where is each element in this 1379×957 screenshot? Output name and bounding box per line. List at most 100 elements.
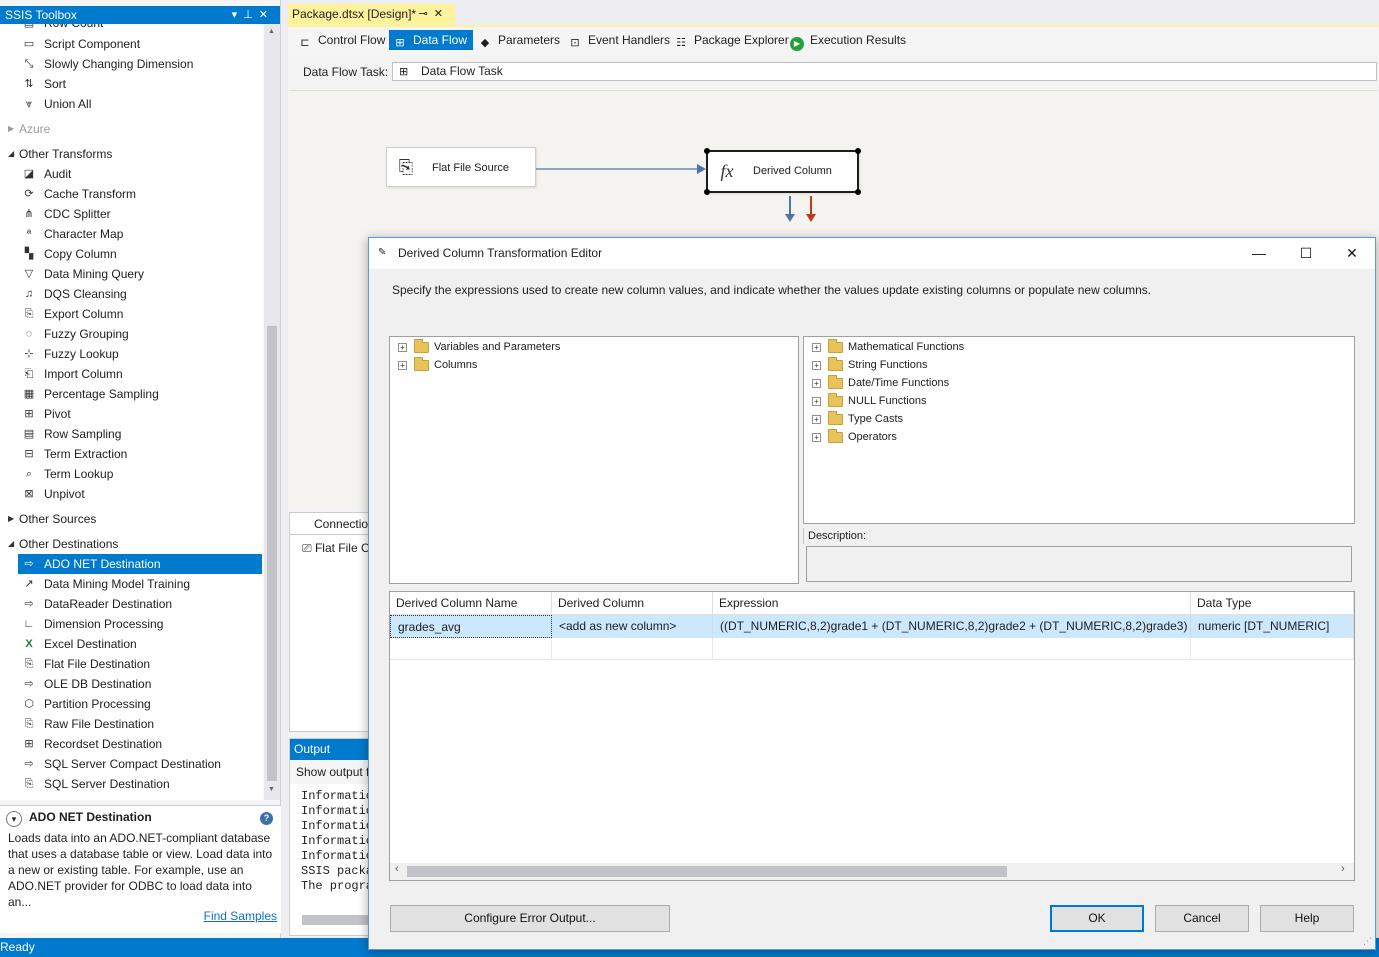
cancel-button[interactable]: Cancel: [1155, 905, 1249, 932]
toolbox-item[interactable]: X Excel Destination: [0, 634, 263, 654]
recordset-icon: ⊞: [24, 738, 34, 750]
ok-button[interactable]: OK: [1050, 905, 1144, 932]
maximize-icon[interactable]: ☐: [1291, 242, 1321, 264]
tab-event-handlers[interactable]: ⊡ Event Handlers: [564, 30, 676, 50]
cell-expression[interactable]: ((DT_NUMERIC,8,2)grade1 + (DT_NUMERIC,8,…: [713, 615, 1204, 638]
scroll-thumb[interactable]: [267, 326, 277, 781]
toolbox-item[interactable]: ⩔ Union All: [0, 94, 263, 114]
toolbox-item[interactable]: ▚ Copy Column: [0, 244, 263, 264]
document-tab[interactable]: Package.dtsx [Design]* ⊸✕: [288, 4, 455, 25]
expand-icon[interactable]: +: [398, 343, 407, 352]
pin-icon[interactable]: ⊸: [419, 8, 434, 20]
toolbox-item[interactable]: ⇨ SQL Server Compact Destination: [0, 754, 263, 774]
empty-new-row-cell[interactable]: [713, 638, 1191, 660]
close-icon[interactable]: ✕: [1337, 242, 1367, 264]
toolbox-item[interactable]: ⟳ Cache Transform: [0, 184, 263, 204]
cell-derived-column[interactable]: <add as new column>: [552, 615, 713, 638]
toolbox-item[interactable]: ♫ DQS Cleansing: [0, 284, 263, 304]
toolbox-item-selected[interactable]: ⇨ ADO NET Destination: [18, 554, 262, 574]
expand-icon[interactable]: +: [812, 361, 821, 370]
expand-icon[interactable]: +: [398, 361, 407, 370]
tab-control-flow[interactable]: ⊏ Control Flow: [294, 30, 391, 50]
toolbox-item[interactable]: ⊠ Unpivot: [0, 484, 263, 504]
cell-derived-column-name[interactable]: grades_avg: [390, 615, 552, 638]
resize-handle[interactable]: [704, 189, 710, 195]
toolbox-item[interactable]: ⊞ Pivot: [0, 404, 263, 424]
resize-grip-icon[interactable]: ⋰: [1363, 936, 1372, 947]
column-header-expression[interactable]: Expression: [713, 592, 1191, 615]
toolbox-scrollbar[interactable]: ▲ ▼: [264, 24, 280, 800]
toolbox-item[interactable]: ▭ Script Component: [0, 34, 263, 54]
connection-manager-item[interactable]: ⎚ Flat File Co: [302, 541, 376, 556]
toolbox-item[interactable]: ⌕ Term Lookup: [0, 464, 263, 484]
ssis-toolbox-panel: SSIS Toolbox ▾⊥✕ ▤ Row Count ▭ Script Co…: [0, 0, 281, 938]
group-azure[interactable]: ▶ Azure: [0, 119, 263, 139]
expand-icon[interactable]: +: [812, 415, 821, 424]
expand-icon[interactable]: +: [812, 397, 821, 406]
toolbox-item[interactable]: ⊹ Fuzzy Lookup: [0, 344, 263, 364]
resize-handle[interactable]: [855, 148, 861, 154]
toolbox-item[interactable]: ⤡ Slowly Changing Dimension: [0, 54, 263, 74]
tab-parameters[interactable]: ◆ Parameters: [474, 30, 566, 50]
toolbox-item[interactable]: ▤ Row Sampling: [0, 424, 263, 444]
scroll-down-icon[interactable]: ▼: [268, 786, 275, 793]
toolbox-item[interactable]: ⇨ OLE DB Destination: [0, 674, 263, 694]
dropdown-icon[interactable]: ▾: [232, 9, 244, 21]
cell-data-type[interactable]: numeric [DT_NUMERIC]: [1191, 615, 1354, 638]
group-other-transforms[interactable]: ◢ Other Transforms: [0, 144, 263, 164]
toolbox-item[interactable]: ⬡ Partition Processing: [0, 694, 263, 714]
resize-handle[interactable]: [704, 148, 710, 154]
find-samples-link[interactable]: Find Samples: [204, 909, 277, 923]
toolbox-item[interactable]: ⊞ Recordset Destination: [0, 734, 263, 754]
group-other-destinations[interactable]: ◢ Other Destinations: [0, 534, 263, 554]
toolbox-item[interactable]: ⎘ SQL Server Destination: [0, 774, 263, 794]
empty-new-row-cell[interactable]: [1191, 638, 1354, 660]
close-icon[interactable]: ✕: [259, 9, 274, 21]
toolbox-item[interactable]: ◪ Audit: [0, 164, 263, 184]
tab-package-explorer[interactable]: ☷ Package Explorer: [670, 30, 795, 50]
expand-icon[interactable]: +: [812, 343, 821, 352]
toolbox-item[interactable]: ⎘ Raw File Destination: [0, 714, 263, 734]
toolbox-item[interactable]: ⋔ CDC Splitter: [0, 204, 263, 224]
toolbox-item[interactable]: ↗ Data Mining Model Training: [0, 574, 263, 594]
empty-new-row-cell[interactable]: [390, 638, 552, 660]
scroll-left-icon[interactable]: ‹: [395, 863, 399, 875]
toolbox-item[interactable]: ⇅ Sort: [0, 74, 263, 94]
close-icon[interactable]: ✕: [434, 8, 449, 20]
tab-execution-results[interactable]: ▶ Execution Results: [786, 30, 912, 51]
connection-managers-tab[interactable]: Connection: [290, 513, 380, 535]
toolbox-item[interactable]: ▽ Data Mining Query: [0, 264, 263, 284]
help-icon[interactable]: ?: [260, 812, 273, 825]
toolbox-item[interactable]: ∟ Dimension Processing: [0, 614, 263, 634]
configure-error-output-button[interactable]: Configure Error Output...: [390, 905, 670, 932]
flat-file-source-component[interactable]: ⎘ Flat File Source: [386, 147, 536, 187]
column-header-derived[interactable]: Derived Column: [552, 592, 713, 615]
minimize-icon[interactable]: —: [1244, 242, 1274, 264]
chevron-down-icon[interactable]: ▾: [6, 811, 22, 827]
empty-new-row-cell[interactable]: [552, 638, 713, 660]
toolbox-item[interactable]: ▤ Row Count: [0, 24, 263, 33]
tab-data-flow[interactable]: ⊞ Data Flow: [389, 30, 474, 50]
toolbox-item[interactable]: ⎘ Flat File Destination: [0, 654, 263, 674]
toolbox-item[interactable]: ⇨ DataReader Destination: [0, 594, 263, 614]
column-header-name[interactable]: Derived Column Name: [390, 592, 552, 615]
group-other-sources[interactable]: ▶ Other Sources: [0, 509, 263, 529]
toolbox-item[interactable]: ⊟ Term Extraction: [0, 444, 263, 464]
grid-horizontal-scrollbar[interactable]: ‹ ›: [390, 863, 1354, 880]
toolbox-item[interactable]: ◌ Fuzzy Grouping: [0, 324, 263, 344]
toolbox-item[interactable]: ⎗ Import Column: [0, 364, 263, 384]
toolbox-item[interactable]: ⎘ Export Column: [0, 304, 263, 324]
expand-icon[interactable]: +: [812, 379, 821, 388]
scroll-thumb[interactable]: [407, 866, 1007, 877]
column-header-data-type[interactable]: Data Type: [1191, 592, 1354, 615]
toolbox-item[interactable]: ▦ Percentage Sampling: [0, 384, 263, 404]
toolbox-item[interactable]: ª Character Map: [0, 224, 263, 244]
resize-handle[interactable]: [855, 189, 861, 195]
scroll-up-icon[interactable]: ▲: [268, 28, 275, 35]
help-button[interactable]: Help: [1260, 905, 1354, 932]
scroll-right-icon[interactable]: ›: [1341, 863, 1345, 875]
expand-icon[interactable]: +: [812, 433, 821, 442]
derived-column-component[interactable]: fx Derived Column: [704, 148, 861, 195]
pin-icon[interactable]: ⊥: [243, 9, 259, 21]
data-flow-task-dropdown[interactable]: ⊞ Data Flow Task: [392, 62, 1377, 81]
